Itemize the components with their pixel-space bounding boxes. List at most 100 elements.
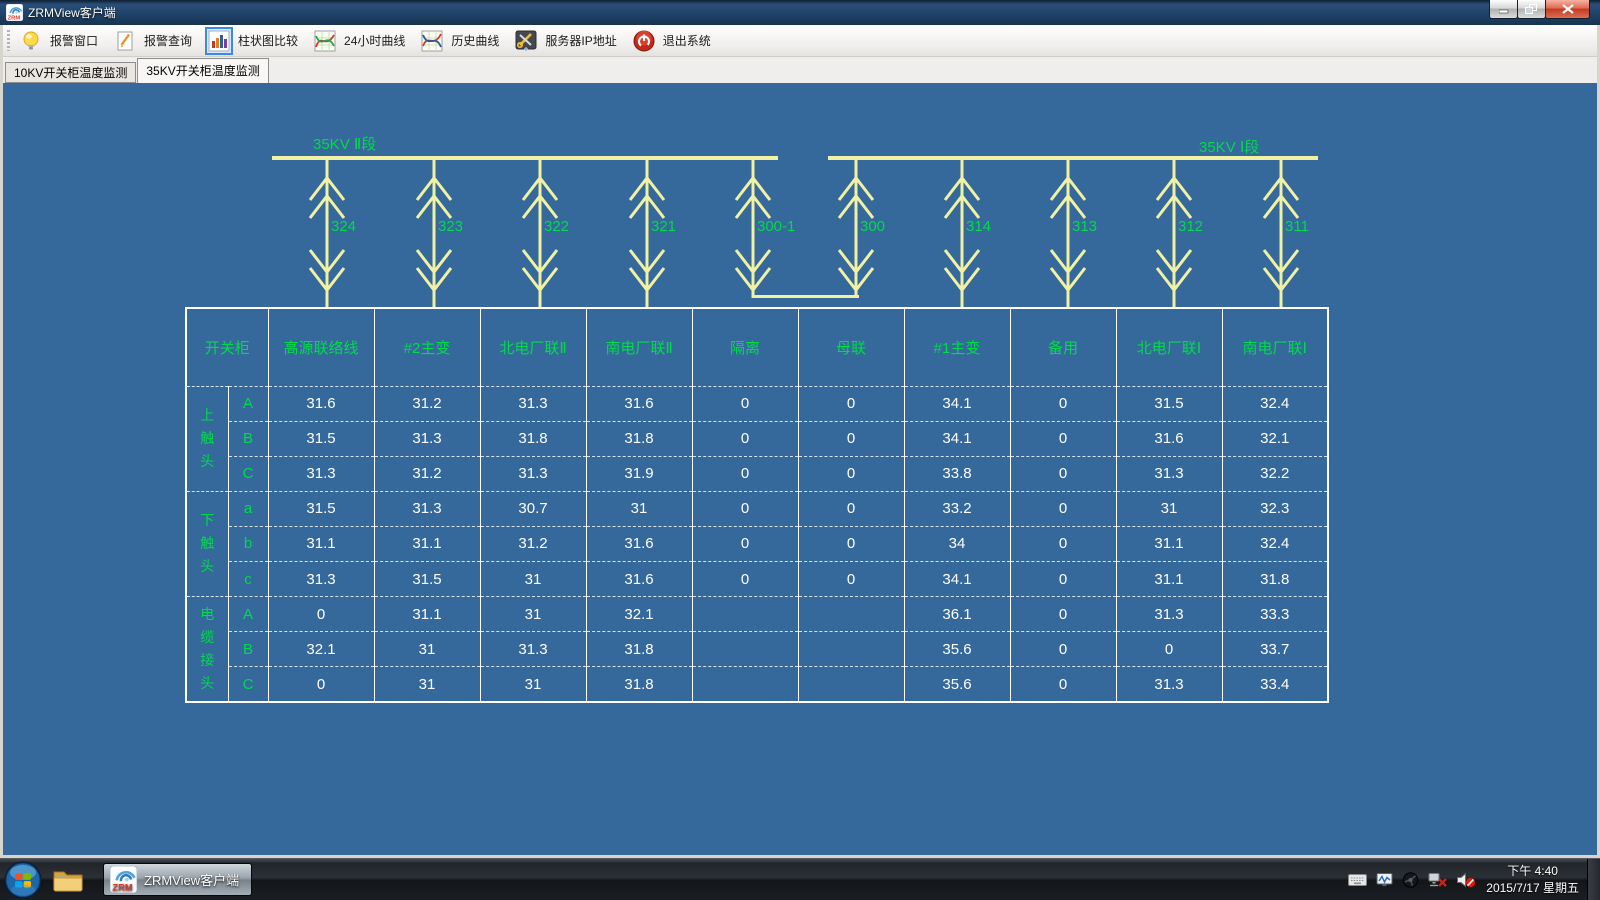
temperature-value: 31.1 [268,526,374,561]
temperature-value: 35.6 [904,632,1010,667]
temperature-value: 32.2 [1222,456,1328,491]
table-row: 下触头a31.531.330.7310033.203132.3 [186,491,1328,526]
temperature-value [692,597,798,632]
restore-icon [1525,4,1538,15]
temperature-value: 31.3 [480,386,586,421]
start-button[interactable] [3,860,43,900]
window-body: 报警窗口 报警查询 柱状图比较 [0,25,1600,858]
temperature-value: 31.6 [268,386,374,421]
column-header: 南电厂联Ⅰ [1222,308,1328,386]
temperature-value: 31.3 [374,421,480,456]
temperature-value: 31.9 [586,456,692,491]
row-group-label: 下触头 [186,491,228,596]
toolbar-label: 退出系统 [663,32,711,49]
toolbar-label: 历史曲线 [451,32,499,49]
table-corner-header: 开关柜 [186,308,268,386]
feeder-label: 324 [331,218,356,235]
show-desktop-button[interactable] [1587,859,1600,900]
server-ip-button[interactable]: 服务器IP地址 [510,25,623,57]
bar-chart-icon [208,30,230,52]
temperature-value: 33.2 [904,491,1010,526]
explorer-button[interactable] [43,860,93,900]
keyboard-icon[interactable] [1348,873,1367,887]
tab-35kv-monitor[interactable]: 35KV开关柜温度监测 [137,58,268,83]
volume-muted-icon[interactable] [1456,872,1476,888]
close-icon [1562,4,1574,14]
column-header: 北电厂联Ⅰ [1116,308,1222,386]
tab-strip: 10KV开关柜温度监测 35KV开关柜温度监测 [3,57,1597,83]
alarm-query-icon [114,30,136,52]
temperature-value: 31.8 [1222,562,1328,597]
temperature-value [692,667,798,702]
exit-system-button[interactable]: 退出系统 [628,25,718,57]
temperature-value: 0 [692,526,798,561]
table-row: c31.331.53131.60034.1031.131.8 [186,562,1328,597]
feeder-321: 321 [625,160,669,308]
feeder-label: 323 [438,218,463,235]
bus-label-section-1: 35KV Ⅰ段 [1199,136,1259,157]
temperature-value: 31.5 [374,562,480,597]
feeder-322: 322 [518,160,562,308]
temperature-value: 31.3 [1116,456,1222,491]
toolbar: 报警窗口 报警查询 柱状图比较 [3,25,1597,57]
feeder-label: 313 [1072,218,1097,235]
temperature-value: 0 [692,491,798,526]
phase-label: A [228,597,268,632]
minimize-button[interactable] [1489,0,1518,19]
temperature-value: 31.3 [480,632,586,667]
clock-date: 2015/7/17 星期五 [1486,880,1579,896]
phase-label: B [228,421,268,456]
feeder-label: 300 [860,218,885,235]
temperature-value: 31.2 [374,386,480,421]
temperature-value [798,597,904,632]
temperature-value: 31.3 [374,491,480,526]
column-header: 北电厂联Ⅱ [480,308,586,386]
temperature-value: 31.6 [1116,421,1222,456]
history-curve-button[interactable]: 历史曲线 [416,25,506,57]
temperature-value: 31.1 [1116,562,1222,597]
temperature-value: 34.1 [904,386,1010,421]
zrm-logo-icon: ZRM [110,866,137,893]
curve-24h-button[interactable]: 24小时曲线 [309,25,412,57]
table-row: C0313131.835.6031.333.4 [186,667,1328,702]
temperature-value: 31 [374,632,480,667]
table-row: C31.331.231.331.90033.8031.332.2 [186,456,1328,491]
temperature-value: 31 [374,667,480,702]
temperature-value: 0 [798,562,904,597]
phase-label: a [228,491,268,526]
table-row: B31.531.331.831.80034.1031.632.1 [186,421,1328,456]
temperature-value: 31.5 [1116,386,1222,421]
table-row: 电缆接头A031.13132.136.1031.333.3 [186,597,1328,632]
phase-label: c [228,562,268,597]
table-row: 上触头A31.631.231.331.60034.1031.532.4 [186,386,1328,421]
feeder-311: 311 [1259,160,1303,308]
network-error-icon[interactable] [1428,872,1447,888]
toolbar-label: 报警窗口 [50,32,98,49]
phase-label: A [228,386,268,421]
temperature-value: 0 [1010,597,1116,632]
bar-compare-button[interactable]: 柱状图比较 [203,25,305,57]
alarm-window-button[interactable]: 报警窗口 [15,25,105,57]
monitor-activity-icon[interactable] [1376,872,1393,887]
alarm-window-icon [20,30,42,52]
taskbar-clock[interactable]: 下午 4:40 2015/7/17 星期五 [1486,863,1579,895]
taskbar-app-zrmview[interactable]: ZRM ZRMView客户端 [103,863,252,896]
temperature-value: 0 [1010,667,1116,702]
close-button[interactable] [1545,0,1590,19]
temperature-value: 31.8 [586,667,692,702]
temperature-value: 31.6 [586,562,692,597]
window-title: ZRMView客户端 [28,4,116,21]
fan-icon[interactable] [1402,872,1419,888]
feeder-312: 312 [1152,160,1196,308]
temperature-value: 31 [586,491,692,526]
temperature-value: 33.4 [1222,667,1328,702]
tab-10kv-monitor[interactable]: 10KV开关柜温度监测 [5,62,136,83]
temperature-value: 31.3 [1116,667,1222,702]
phase-label: C [228,667,268,702]
server-ip-icon [515,30,537,52]
temperature-value: 32.1 [586,597,692,632]
alarm-query-button[interactable]: 报警查询 [109,25,199,57]
temperature-value: 31.5 [268,491,374,526]
temperature-value: 0 [268,597,374,632]
restore-button[interactable] [1517,0,1546,19]
